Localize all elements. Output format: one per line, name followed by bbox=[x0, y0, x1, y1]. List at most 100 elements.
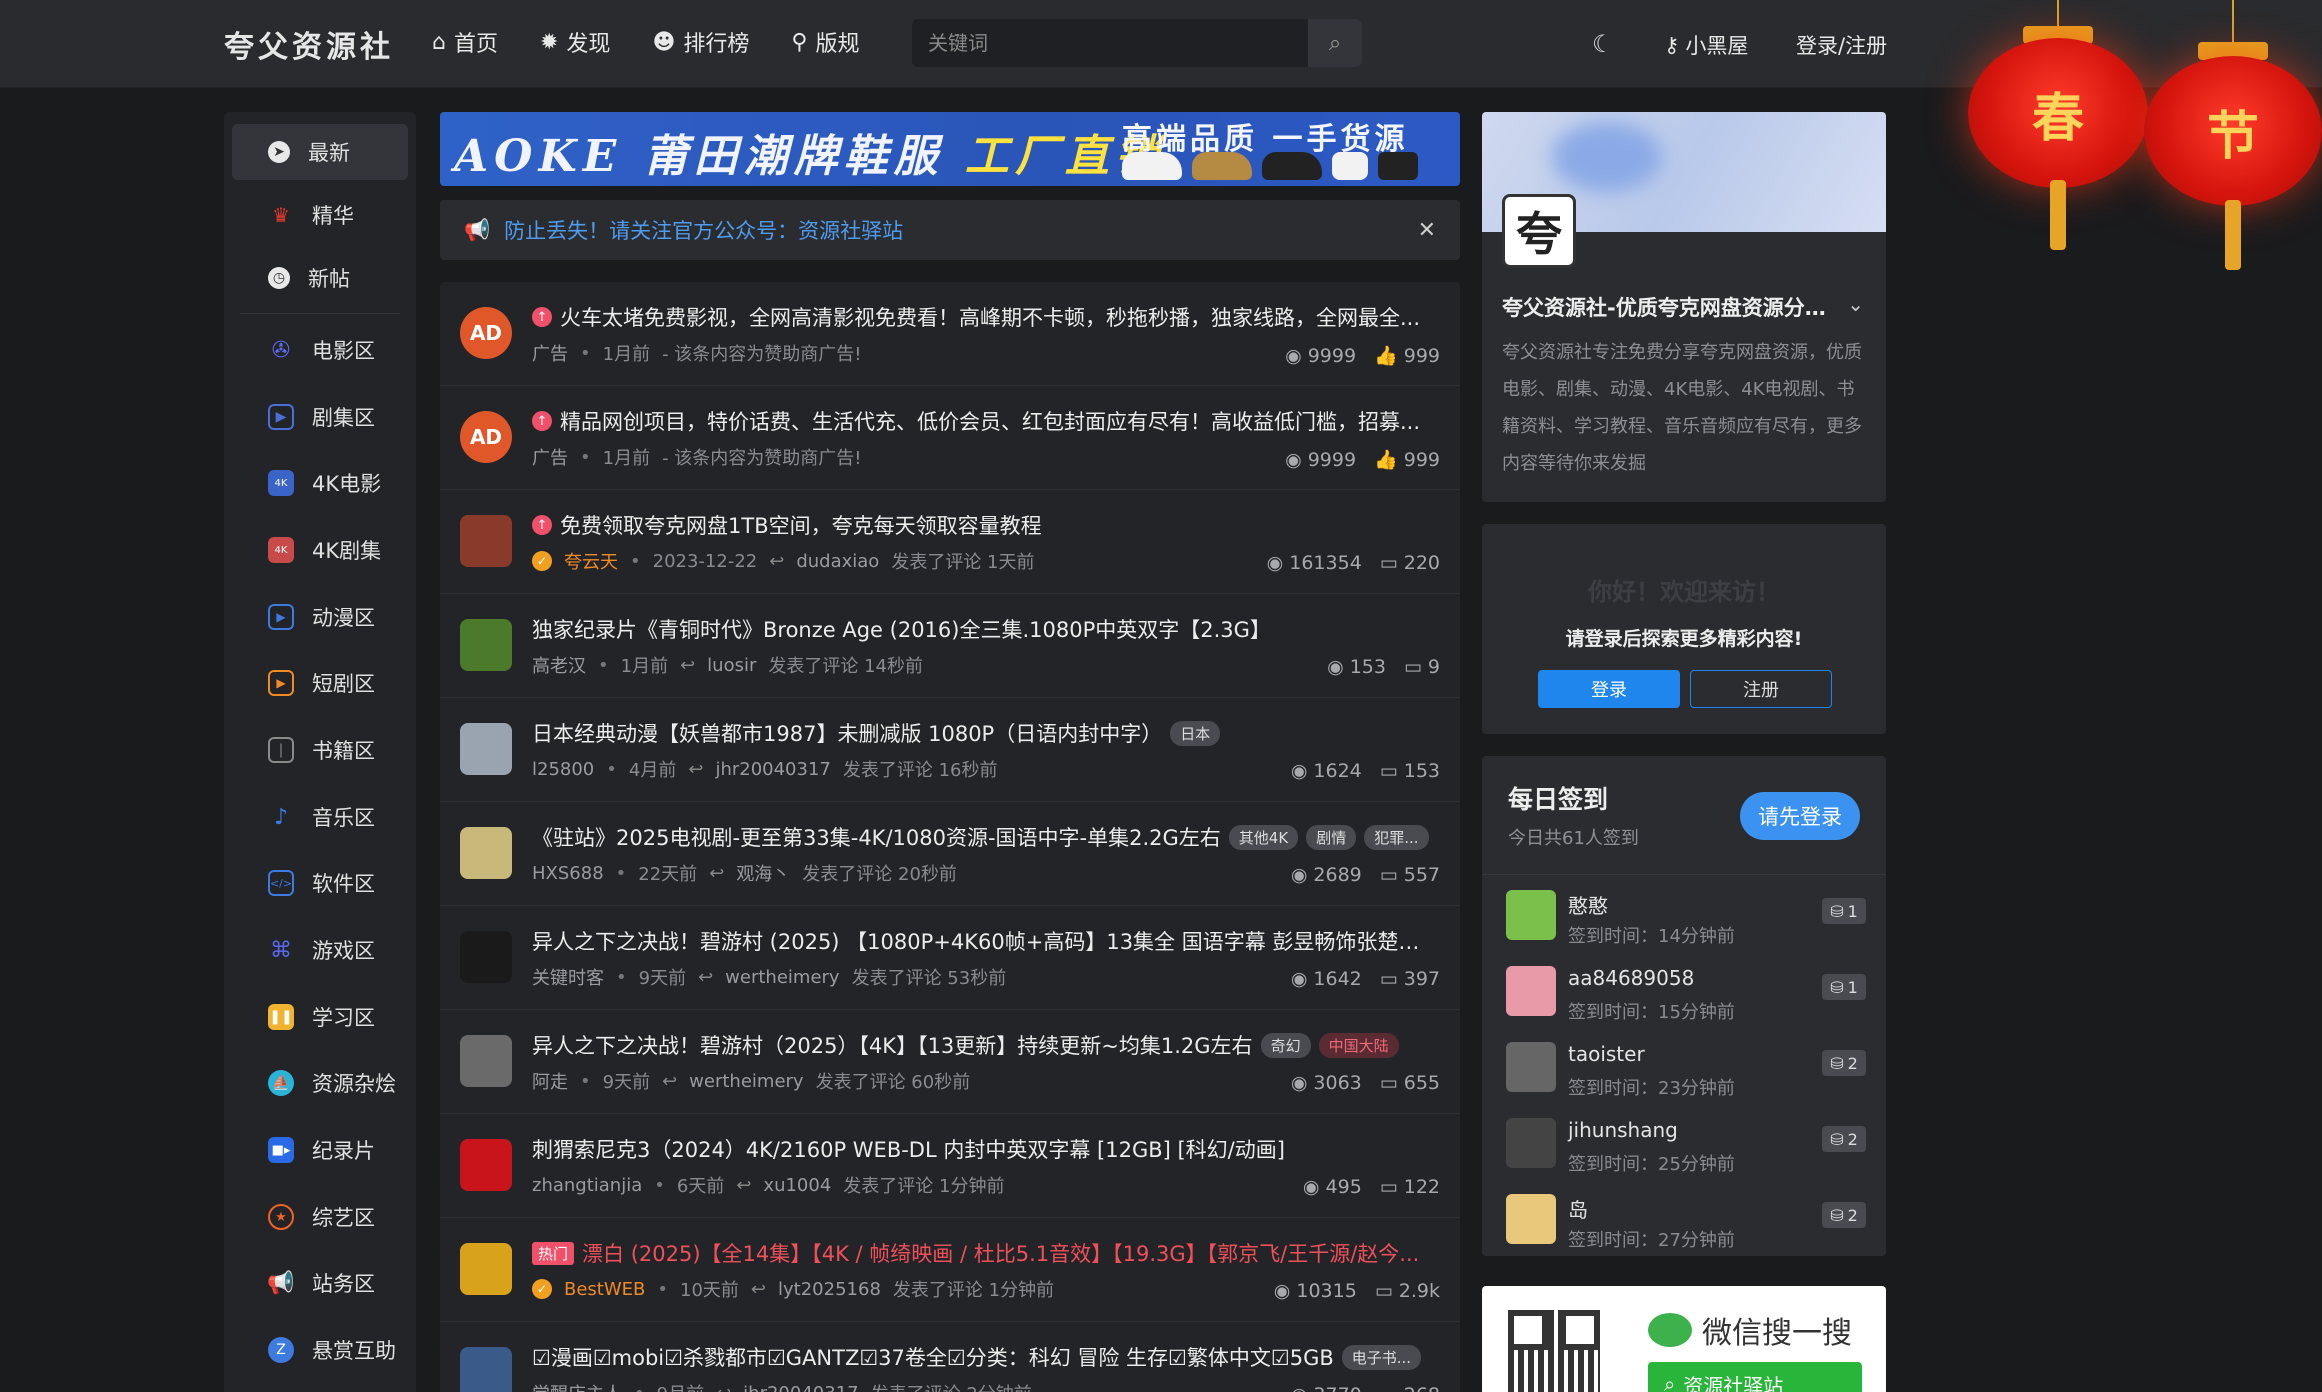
post-title[interactable]: 异人之下之决战！碧游村 (2025) 【1080P+4K60帧+高码】13集全 … bbox=[532, 926, 1432, 956]
post-title-text[interactable]: 免费领取夸克网盘1TB空间，夸克每天领取容量教程 bbox=[560, 510, 1042, 540]
signin-username[interactable]: 憨憨 bbox=[1568, 890, 1608, 919]
sidebar-item-4k-series[interactable]: 4K 4K剧集 bbox=[232, 522, 408, 578]
post-title-text[interactable]: 漂白 (2025)【全14集】【4K / 帧绮映画 / 杜比5.1音效】【19.… bbox=[582, 1238, 1419, 1268]
sidebar-item-series[interactable]: ▶ 剧集区 bbox=[232, 389, 408, 445]
post-avatar[interactable]: AD bbox=[460, 307, 512, 359]
post-author[interactable]: 广告 bbox=[532, 340, 568, 366]
last-replier[interactable]: jhr20040317 bbox=[715, 759, 830, 780]
signin-login-button[interactable]: 请先登录 bbox=[1740, 792, 1860, 840]
sidebar-item-study[interactable]: ❚❚ 学习区 bbox=[232, 989, 408, 1045]
sidebar-item-latest[interactable]: ➤ 最新 bbox=[232, 124, 408, 180]
post-author[interactable]: 广告 bbox=[532, 444, 568, 470]
avatar[interactable] bbox=[1506, 966, 1556, 1016]
post-author[interactable]: 高老汉 bbox=[532, 652, 586, 678]
post-title[interactable]: 刺猬索尼克3（2024）4K/2160P WEB-DL 内封中英双字幕 [12G… bbox=[532, 1134, 1432, 1164]
sidebar-item-anime[interactable]: ▶ 动漫区 bbox=[232, 589, 408, 645]
profile-title[interactable]: 夸父资源社-优质夸克网盘资源分享... bbox=[1502, 292, 1842, 322]
post-tag[interactable]: 其他4K bbox=[1228, 824, 1299, 850]
post-row[interactable]: ↑ 免费领取夸克网盘1TB空间，夸克每天领取容量教程 ✓ 夸云天 • 2023-12-22… bbox=[440, 490, 1460, 594]
search-button[interactable]: ⌕ bbox=[1308, 19, 1362, 67]
avatar[interactable] bbox=[1506, 1118, 1556, 1168]
login-register-link[interactable]: 登录/注册 bbox=[1796, 30, 1887, 60]
post-title[interactable]: ↑ 免费领取夸克网盘1TB空间，夸克每天领取容量教程 bbox=[532, 510, 1432, 540]
post-row[interactable]: 独家纪录片《青铜时代》Bronze Age (2016)全三集.1080P中英双… bbox=[440, 594, 1460, 698]
post-row[interactable]: 刺猬索尼克3（2024）4K/2160P WEB-DL 内封中英双字幕 [12G… bbox=[440, 1114, 1460, 1218]
post-tag[interactable]: 奇幻 bbox=[1260, 1032, 1311, 1058]
post-title-text[interactable]: 《驻站》2025电视剧-更至第33集-4K/1080资源-国语中字-单集2.2G… bbox=[532, 822, 1221, 852]
post-title-text[interactable]: 独家纪录片《青铜时代》Bronze Age (2016)全三集.1080P中英双… bbox=[532, 614, 1271, 644]
dark-mode-toggle[interactable]: ☾ bbox=[1592, 30, 1614, 58]
notice-text[interactable]: 防止丢失！请关注官方公众号：资源社驿站 bbox=[504, 215, 903, 245]
post-avatar[interactable] bbox=[460, 827, 512, 879]
last-replier[interactable]: wertheimery bbox=[725, 967, 839, 988]
nav-rules[interactable]: ⚲ 版规 bbox=[791, 26, 859, 58]
nav-home[interactable]: ⌂ 首页 bbox=[432, 26, 498, 58]
last-replier[interactable]: dudaxiao bbox=[796, 551, 879, 572]
site-logo[interactable]: 夸父资源社 bbox=[224, 22, 394, 66]
post-author[interactable]: zhangtianjia bbox=[532, 1175, 642, 1196]
post-row[interactable]: ☑漫画☑mobi☑杀戮都市☑GANTZ☑37卷全☑分类：科幻 冒险 生存☑繁体中… bbox=[440, 1322, 1460, 1392]
post-title-text[interactable]: 刺猬索尼克3（2024）4K/2160P WEB-DL 内封中英双字幕 [12G… bbox=[532, 1134, 1285, 1164]
last-replier[interactable]: jhr20040317 bbox=[743, 1383, 858, 1392]
signin-username[interactable]: taoister bbox=[1568, 1042, 1645, 1066]
post-title-text[interactable]: 精品网创项目，特价话费、生活代充、低价会员、红包封面应有尽有！高收益低门槛，招募… bbox=[560, 406, 1420, 436]
post-tag[interactable]: 剧情 bbox=[1306, 824, 1357, 850]
post-title[interactable]: ☑漫画☑mobi☑杀戮都市☑GANTZ☑37卷全☑分类：科幻 冒险 生存☑繁体中… bbox=[532, 1342, 1432, 1372]
avatar[interactable] bbox=[1506, 1042, 1556, 1092]
post-avatar[interactable] bbox=[460, 1035, 512, 1087]
post-author[interactable]: 夸云天 bbox=[564, 548, 618, 574]
sidebar-item-movies[interactable]: ✇ 电影区 bbox=[232, 322, 408, 378]
post-author[interactable]: l25800 bbox=[532, 759, 594, 780]
post-row[interactable]: 热门 漂白 (2025)【全14集】【4K / 帧绮映画 / 杜比5.1音效】【1… bbox=[440, 1218, 1460, 1322]
post-tag[interactable]: 电子书... bbox=[1341, 1344, 1422, 1370]
post-avatar[interactable] bbox=[460, 931, 512, 983]
post-title[interactable]: 异人之下之决战！碧游村（2025）【4K】【13更新】持续更新~均集1.2G左右… bbox=[532, 1030, 1432, 1060]
post-row[interactable]: AD ↑ 精品网创项目，特价话费、生活代充、低价会员、红包封面应有尽有！高收益低门槛… bbox=[440, 386, 1460, 490]
avatar[interactable] bbox=[1506, 1194, 1556, 1244]
sidebar-item-new-posts[interactable]: ◷ 新帖 bbox=[232, 250, 408, 306]
post-title-text[interactable]: 异人之下之决战！碧游村（2025）【4K】【13更新】持续更新~均集1.2G左右 bbox=[532, 1030, 1253, 1060]
ad-banner[interactable]: AOKE 莆田潮牌鞋服 工厂直销 高端品质 一手货源 bbox=[440, 112, 1460, 186]
post-avatar[interactable] bbox=[460, 619, 512, 671]
post-title-text[interactable]: 日本经典动漫【妖兽都市1987】未删减版 1080P（日语内封中字） bbox=[532, 718, 1162, 748]
post-title[interactable]: 热门 漂白 (2025)【全14集】【4K / 帧绮映画 / 杜比5.1音效】【1… bbox=[532, 1238, 1432, 1268]
post-row[interactable]: 异人之下之决战！碧游村（2025）【4K】【13更新】持续更新~均集1.2G左右… bbox=[440, 1010, 1460, 1114]
post-author[interactable]: 关键时客 bbox=[532, 964, 604, 990]
avatar[interactable] bbox=[1506, 890, 1556, 940]
close-icon[interactable]: ✕ bbox=[1418, 218, 1436, 243]
post-title[interactable]: ↑ 火车太堵免费影视，全网高清影视免费看！高峰期不卡顿，秒拖秒播，独家线路，全网最… bbox=[532, 302, 1432, 332]
post-author[interactable]: 阿走 bbox=[532, 1068, 568, 1094]
post-tag[interactable]: 日本 bbox=[1170, 720, 1221, 746]
post-author[interactable]: BestWEB bbox=[564, 1279, 645, 1300]
nav-ranking[interactable]: ☻ 排行榜 bbox=[652, 26, 749, 58]
login-button[interactable]: 登录 bbox=[1538, 670, 1680, 708]
chevron-down-icon[interactable]: ⌄ bbox=[1847, 292, 1864, 316]
post-row[interactable]: AD ↑ 火车太堵免费影视，全网高清影视免费看！高峰期不卡顿，秒拖秒播，独家线路，全… bbox=[440, 282, 1460, 386]
sidebar-item-books[interactable]: ❘ 书籍区 bbox=[232, 722, 408, 778]
post-avatar[interactable] bbox=[460, 1347, 512, 1392]
post-title-text[interactable]: 火车太堵免费影视，全网高清影视免费看！高峰期不卡顿，秒拖秒播，独家线路，全网最全… bbox=[560, 302, 1420, 332]
sidebar-item-site-affairs[interactable]: 📢 站务区 bbox=[232, 1255, 408, 1311]
register-button[interactable]: 注册 bbox=[1690, 670, 1832, 708]
post-title[interactable]: ↑ 精品网创项目，特价话费、生活代充、低价会员、红包封面应有尽有！高收益低门槛，招… bbox=[532, 406, 1432, 436]
sidebar-item-music[interactable]: ♪ 音乐区 bbox=[232, 789, 408, 845]
post-avatar[interactable]: AD bbox=[460, 411, 512, 463]
sidebar-item-documentary[interactable]: ■▸ 纪录片 bbox=[232, 1122, 408, 1178]
last-replier[interactable]: wertheimery bbox=[689, 1071, 803, 1092]
post-title[interactable]: 日本经典动漫【妖兽都市1987】未删减版 1080P（日语内封中字） 日本 bbox=[532, 718, 1432, 748]
post-title-text[interactable]: ☑漫画☑mobi☑杀戮都市☑GANTZ☑37卷全☑分类：科幻 冒险 生存☑繁体中… bbox=[532, 1342, 1334, 1372]
sidebar-item-4k-movies[interactable]: 4K 4K电影 bbox=[232, 455, 408, 511]
post-title[interactable]: 独家纪录片《青铜时代》Bronze Age (2016)全三集.1080P中英双… bbox=[532, 614, 1432, 644]
post-tag[interactable]: 中国大陆 bbox=[1318, 1032, 1399, 1058]
signin-username[interactable]: 岛 bbox=[1568, 1194, 1588, 1223]
sidebar-item-variety[interactable]: ★ 综艺区 bbox=[232, 1189, 408, 1245]
post-row[interactable]: 《驻站》2025电视剧-更至第33集-4K/1080资源-国语中字-单集2.2G… bbox=[440, 802, 1460, 906]
last-replier[interactable]: 观海丶 bbox=[736, 860, 790, 886]
post-title-text[interactable]: 异人之下之决战！碧游村 (2025) 【1080P+4K60帧+高码】13集全 … bbox=[532, 926, 1432, 956]
sidebar-item-bounty[interactable]: Z 悬赏互助 bbox=[232, 1322, 408, 1378]
signin-username[interactable]: jihunshang bbox=[1568, 1118, 1678, 1142]
post-author[interactable]: 觉醒店主人 bbox=[532, 1380, 622, 1392]
post-row[interactable]: 异人之下之决战！碧游村 (2025) 【1080P+4K60帧+高码】13集全 … bbox=[440, 906, 1460, 1010]
post-tag[interactable]: 犯罪... bbox=[1364, 824, 1429, 850]
post-author[interactable]: HXS688 bbox=[532, 863, 604, 884]
